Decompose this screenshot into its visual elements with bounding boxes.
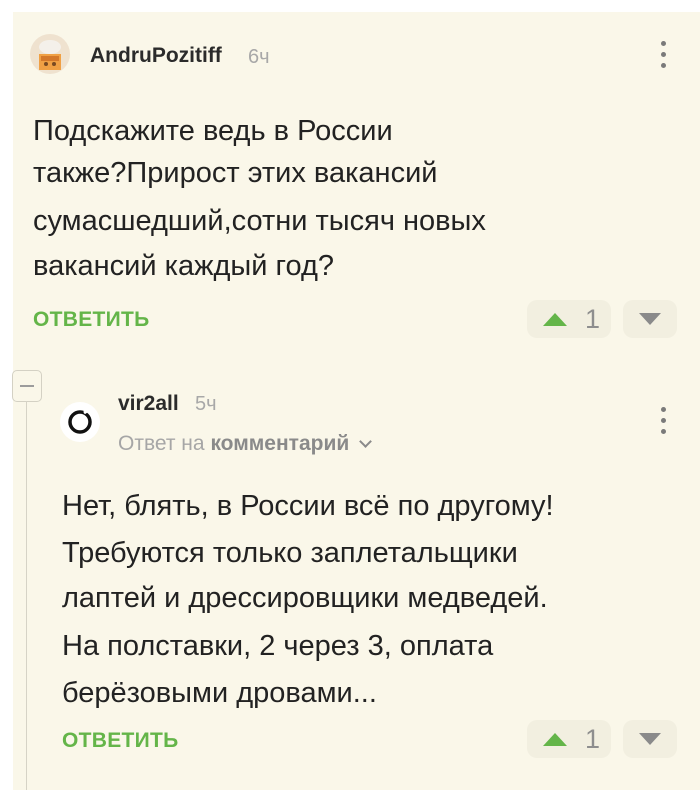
comment-text-line: Требуются только заплетальщики (62, 537, 518, 569)
reply-to-prefix: Ответ на (118, 432, 205, 455)
comment-text-line: вакансий каждый год? (33, 250, 334, 282)
avatar-image (39, 40, 61, 70)
triangle-down-icon (639, 313, 661, 325)
triangle-down-icon (639, 733, 661, 745)
timestamp: 6ч (248, 46, 270, 68)
upvote-button[interactable]: 1 (527, 720, 611, 758)
comment-text-line: сумасшедший,сотни тысяч новых (33, 205, 486, 237)
comment-1: AndruPozitiff 6ч Подскажите ведь в Росси… (0, 0, 700, 350)
more-vertical-icon[interactable] (658, 41, 668, 68)
rating-count: 1 (585, 723, 601, 754)
comment-text-line: На полставки, 2 через 3, оплата (62, 630, 494, 662)
rating-count: 1 (585, 303, 601, 334)
upvote-button[interactable]: 1 (527, 300, 611, 338)
reply-button[interactable]: ОТВЕТИТЬ (33, 308, 150, 332)
username[interactable]: vir2all (118, 392, 179, 416)
reply-to-target: комментарий (210, 432, 350, 455)
avatar[interactable] (30, 34, 70, 74)
downvote-button[interactable] (623, 300, 677, 338)
username[interactable]: AndruPozitiff (90, 44, 222, 68)
comment-text-line: лаптей и дрессировщики медведей. (62, 582, 548, 614)
triangle-up-icon (543, 732, 567, 746)
triangle-up-icon (543, 312, 567, 326)
comment-text-line: Нет, блять, в России всё по другому! (62, 490, 554, 522)
comment-2: vir2all 5ч Ответ на комментарий Нет, бля… (0, 350, 700, 790)
comment-text-line: также?Прирост этих вакансий (33, 157, 438, 189)
comment-text-line: Подскажите ведь в России (33, 115, 393, 147)
comment-text-line: берёзовыми дровами... (62, 677, 377, 709)
timestamp: 5ч (195, 393, 217, 415)
avatar[interactable] (60, 402, 100, 442)
reply-button[interactable]: ОТВЕТИТЬ (62, 729, 179, 753)
downvote-button[interactable] (623, 720, 677, 758)
reply-to-link[interactable]: Ответ на комментарий (118, 432, 372, 456)
more-vertical-icon[interactable] (658, 407, 668, 434)
chevron-down-icon (359, 435, 372, 448)
avatar-image (68, 409, 92, 434)
